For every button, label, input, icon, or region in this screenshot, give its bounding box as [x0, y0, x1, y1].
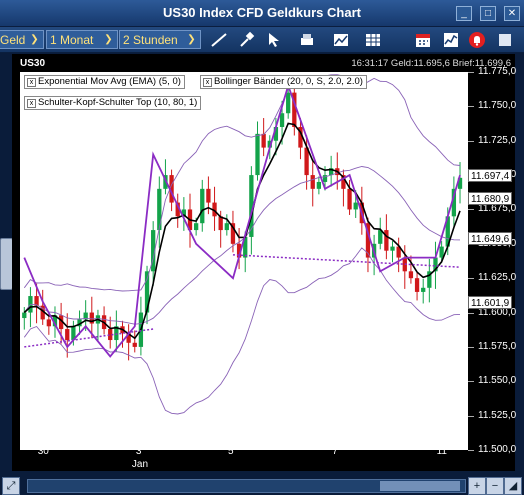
- ema-line: [23, 122, 461, 340]
- chart-svg: [22, 74, 463, 415]
- x-tick-label: 7: [332, 446, 338, 457]
- price-box-neckline: 11.649,6: [468, 232, 512, 245]
- chevron-down-icon: ❯: [187, 34, 196, 45]
- neckline: [232, 254, 461, 268]
- candle-body: [279, 113, 285, 127]
- x-tick-label: 11: [436, 446, 447, 457]
- export-chart-icon[interactable]: [330, 29, 352, 50]
- title-bar: US30 Index CFD Geldkurs Chart _ □ ✕: [0, 0, 524, 27]
- chart-window: US30 16:31:17 Geld:11.695,6 Brief:11.699…: [12, 54, 517, 471]
- chart-symbol: US30: [20, 58, 46, 69]
- maximize-button[interactable]: □: [480, 6, 496, 21]
- candle-body: [316, 181, 322, 189]
- draw-line-icon[interactable]: [208, 29, 230, 50]
- x-tick-label: 5: [227, 446, 234, 457]
- scrollbar-thumb[interactable]: [380, 481, 460, 491]
- price-box-ask: 11.697,4: [468, 169, 512, 182]
- legend-bollinger[interactable]: x Bollinger Bänder (20, 0, S, 2.0, 2.0): [200, 75, 367, 89]
- price-box-lower-band: 11.601,9: [468, 296, 512, 309]
- minimize-button[interactable]: _: [456, 6, 472, 21]
- candle-body: [65, 329, 70, 341]
- price-type-value: Geld: [0, 33, 26, 47]
- candle-body: [353, 202, 358, 210]
- alarm-bell-icon[interactable]: [466, 29, 488, 50]
- settings-icon[interactable]: [494, 29, 516, 50]
- period-select[interactable]: 1 Monat ❯: [46, 30, 118, 49]
- fullscreen-icon[interactable]: ⤢: [2, 477, 20, 495]
- price-plot-area[interactable]: x Exponential Mov Avg (EMA) (5, 0) x Bolli…: [20, 72, 468, 450]
- candle-body: [414, 278, 420, 292]
- print-icon[interactable]: [296, 29, 318, 50]
- candle-body: [421, 287, 426, 292]
- close-icon[interactable]: x: [27, 78, 36, 87]
- chevron-down-icon: ❯: [30, 34, 39, 45]
- window-title: US30 Index CFD Geldkurs Chart: [163, 5, 361, 20]
- y-tick-label: 11.775,0: [467, 66, 517, 77]
- x-tick-label: 30: [37, 446, 49, 457]
- candle-body: [224, 223, 229, 231]
- zoom-in-icon[interactable]: +: [468, 477, 486, 495]
- y-tick-label: 11.550,0: [467, 375, 517, 387]
- y-tick-label: 11.750,0: [467, 100, 517, 112]
- candle-body: [206, 188, 211, 203]
- candle-body: [157, 188, 162, 231]
- candle-body: [310, 175, 315, 189]
- candle-body: [255, 133, 260, 176]
- x-tick-label: 3: [135, 446, 142, 457]
- chevron-down-icon: ❯: [104, 34, 113, 45]
- interval-select[interactable]: 2 Stunden ❯: [119, 30, 201, 49]
- y-tick-label: 11.625,0: [467, 272, 517, 284]
- candle-body: [132, 342, 137, 347]
- candle-body: [193, 223, 199, 231]
- x-month-label: Jan: [131, 459, 149, 470]
- legend-ema[interactable]: x Exponential Mov Avg (EMA) (5, 0): [24, 75, 185, 89]
- indicators-icon[interactable]: [440, 29, 462, 50]
- candle-body: [347, 188, 352, 210]
- price-box-ema: 11.680,9: [468, 192, 512, 205]
- y-tick-label: 11.500,0: [467, 444, 517, 455]
- zoom-out-icon[interactable]: −: [486, 477, 504, 495]
- candle-body: [286, 92, 291, 114]
- toolbar: Geld ❯ 1 Monat ❯ 2 Stunden ❯: [0, 27, 524, 53]
- y-tick-label: 11.725,0: [467, 134, 517, 146]
- interval-value: 2 Stunden: [123, 33, 178, 47]
- legend-pattern[interactable]: x Schulter-Kopf-Schulter Top (10, 80, 1): [24, 96, 202, 110]
- price-type-select[interactable]: Geld ❯: [0, 30, 44, 49]
- calendar-icon[interactable]: [412, 29, 434, 50]
- grid-table-icon[interactable]: [362, 29, 384, 50]
- close-icon[interactable]: x: [203, 78, 212, 87]
- cursor-icon[interactable]: [264, 29, 286, 50]
- close-icon[interactable]: x: [27, 99, 36, 108]
- time-scrollbar[interactable]: [27, 479, 466, 493]
- candle-body: [384, 230, 389, 251]
- candle-body: [261, 133, 266, 148]
- resize-grip-icon[interactable]: ◢: [504, 477, 522, 495]
- y-tick-label: 11.525,0: [467, 409, 517, 421]
- candle-body: [390, 246, 395, 251]
- candle-body: [46, 319, 51, 327]
- candle-body: [200, 188, 205, 224]
- pin-icon[interactable]: [236, 29, 258, 50]
- y-tick-label: 11.575,0: [467, 340, 517, 352]
- candle-body: [408, 271, 414, 279]
- candle-body: [22, 312, 27, 319]
- period-value: 1 Monat: [50, 33, 94, 47]
- close-button[interactable]: ✕: [504, 6, 520, 21]
